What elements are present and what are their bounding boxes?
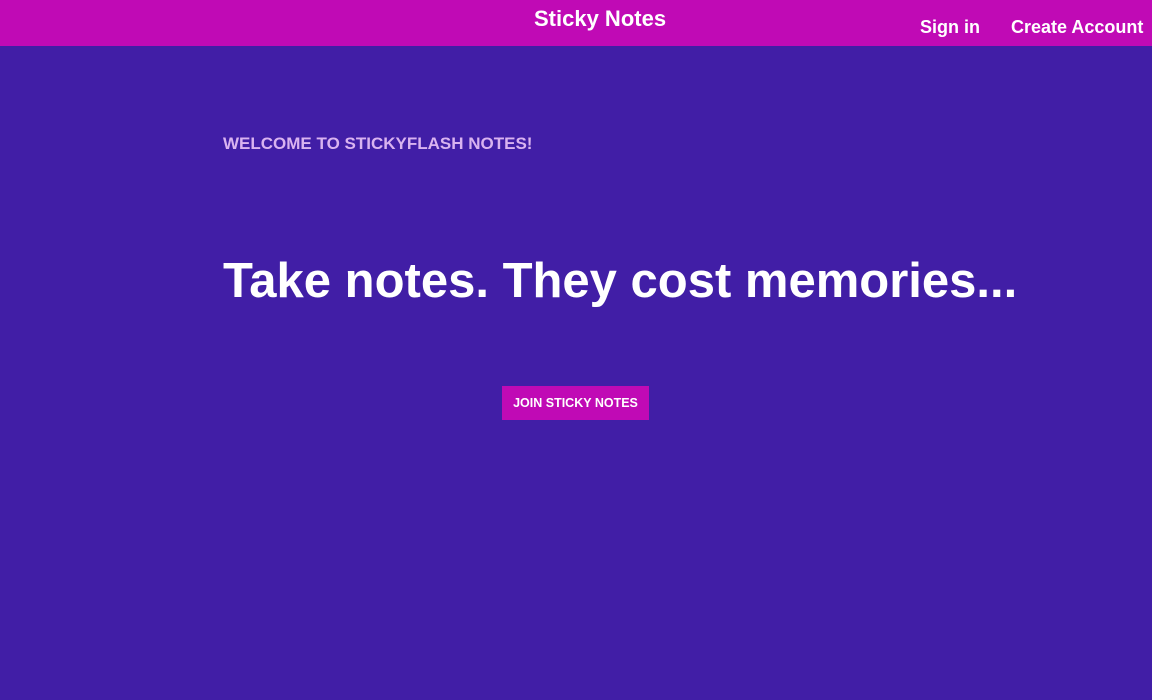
create-account-link[interactable]: Create Account bbox=[1011, 17, 1143, 37]
brand-title[interactable]: Sticky Notes bbox=[534, 6, 666, 32]
hero-headline: Take notes. They cost memories... bbox=[223, 254, 1018, 308]
sign-in-link[interactable]: Sign in bbox=[920, 17, 980, 37]
join-sticky-notes-button[interactable]: JOIN STICKY NOTES bbox=[502, 386, 649, 420]
top-navbar: Sticky Notes Sign in Create Account bbox=[0, 0, 1152, 46]
welcome-text: WELCOME TO STICKYFLASH NOTES! bbox=[223, 134, 533, 153]
